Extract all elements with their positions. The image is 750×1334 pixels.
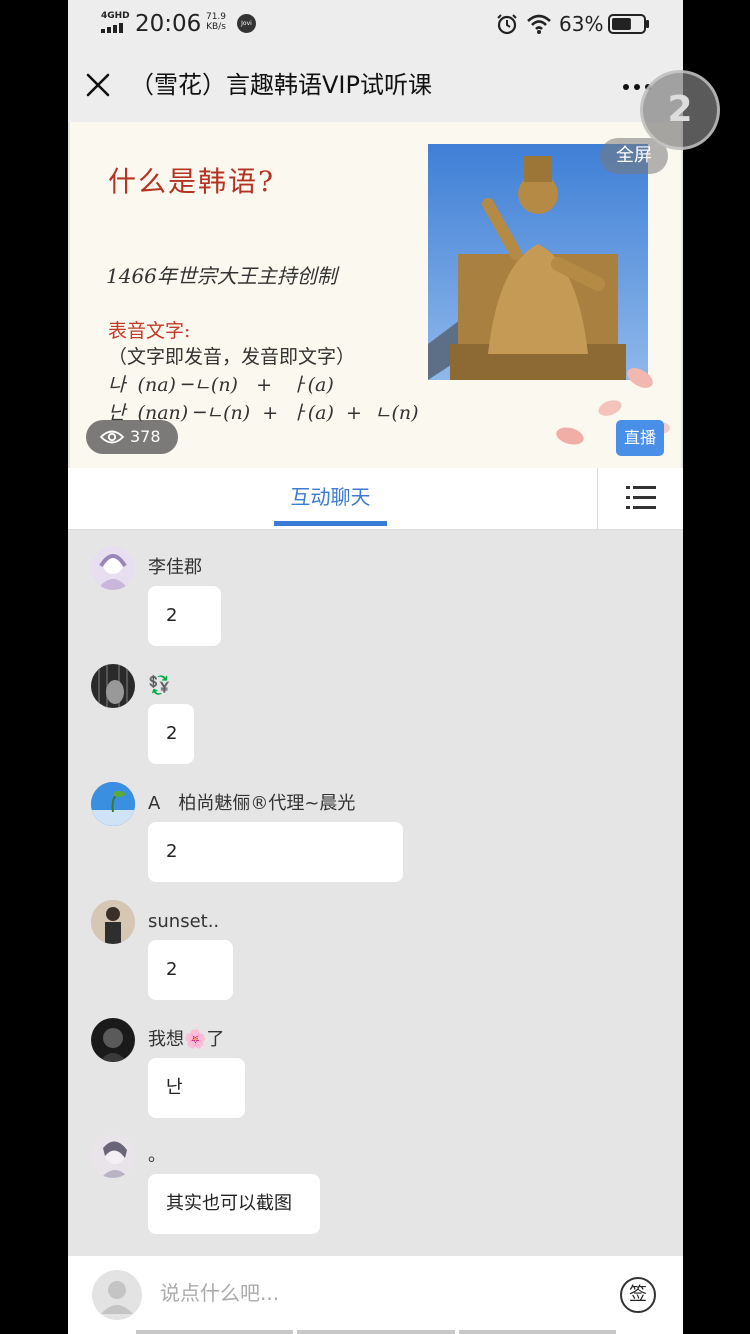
phone-screen: 4GHD 20:06 71.9 KB/s Jovi 63% （雪花）言趣韩语VI… bbox=[68, 0, 683, 1334]
username: 💱 bbox=[148, 675, 171, 696]
message-bubble: 난 bbox=[148, 1058, 245, 1118]
chat-list[interactable]: 李佳郡 2 💱 2 A 柏尚魅俪®代理~晨光 2 sunset.. 2 我想🌸了… bbox=[68, 530, 683, 1256]
battery-percent: 63% bbox=[559, 12, 604, 36]
bottom-indicator bbox=[136, 1330, 616, 1334]
tab-interactive-chat[interactable]: 互动聊天 bbox=[274, 482, 387, 512]
battery-icon bbox=[608, 14, 649, 34]
username: A 柏尚魅俪®代理~晨光 bbox=[148, 793, 356, 814]
username: 我想🌸了 bbox=[148, 1029, 225, 1050]
floating-counter-badge[interactable]: 2 bbox=[640, 70, 720, 150]
message-bubble: 2 bbox=[148, 586, 221, 646]
tab-bar: 互动聊天 bbox=[68, 468, 683, 530]
slide-line: 나 (na) ─ㄴ(n) + ㅏ(a) bbox=[108, 374, 334, 396]
message-bubble: 2 bbox=[148, 822, 403, 882]
clock: 20:06 bbox=[135, 11, 202, 37]
avatar[interactable] bbox=[91, 782, 135, 826]
wifi-icon bbox=[527, 14, 551, 34]
avatar[interactable] bbox=[91, 1018, 135, 1062]
message-bubble: 2 bbox=[148, 940, 233, 1000]
username: sunset.. bbox=[148, 911, 220, 932]
slide-title: 什么是韩语? bbox=[108, 165, 276, 198]
avatar[interactable] bbox=[91, 546, 135, 590]
view-count-badge: 378 bbox=[86, 420, 178, 454]
statue-photo bbox=[428, 144, 648, 380]
eye-icon bbox=[100, 430, 124, 444]
status-bar: 4GHD 20:06 71.9 KB/s Jovi 63% bbox=[68, 0, 683, 48]
title-bar: （雪花）言趣韩语VIP试听课 bbox=[68, 48, 683, 122]
slide-line: （文字即发音，发音即文字） bbox=[108, 346, 356, 368]
list-menu-icon[interactable] bbox=[626, 484, 656, 512]
jovi-icon: Jovi bbox=[237, 14, 256, 33]
avatar[interactable] bbox=[91, 900, 135, 944]
slide-line: 1466年世宗大王主持创制 bbox=[106, 264, 337, 288]
username: 。 bbox=[148, 1145, 166, 1166]
close-icon[interactable] bbox=[82, 69, 114, 101]
view-count: 378 bbox=[130, 427, 161, 446]
avatar[interactable] bbox=[91, 664, 135, 708]
divider bbox=[597, 468, 598, 530]
alarm-icon bbox=[497, 14, 517, 35]
chat-input[interactable]: 说点什么吧... bbox=[160, 1278, 279, 1308]
message-bubble: 其实也可以截图 bbox=[148, 1174, 320, 1234]
network-type: 4GHD bbox=[101, 11, 130, 21]
live-video-player[interactable]: 什么是韩语? 1466年世宗大王主持创制 表音文字: （文字即发音，发音即文字）… bbox=[70, 122, 681, 468]
page-title: （雪花）言趣韩语VIP试听课 bbox=[130, 71, 432, 99]
signal-icon bbox=[101, 23, 127, 33]
active-tab-indicator bbox=[274, 521, 387, 526]
network-speed: 71.9 KB/s bbox=[205, 12, 227, 32]
slide-line: 表音文字: bbox=[108, 320, 191, 342]
user-avatar bbox=[92, 1270, 142, 1320]
message-bubble: 2 bbox=[148, 704, 194, 764]
username: 李佳郡 bbox=[148, 557, 202, 578]
avatar[interactable] bbox=[91, 1134, 135, 1178]
sign-in-button[interactable]: 签 bbox=[620, 1277, 656, 1313]
input-bar: 说点什么吧... 签 bbox=[68, 1256, 683, 1334]
live-badge: 直播 bbox=[616, 420, 664, 456]
